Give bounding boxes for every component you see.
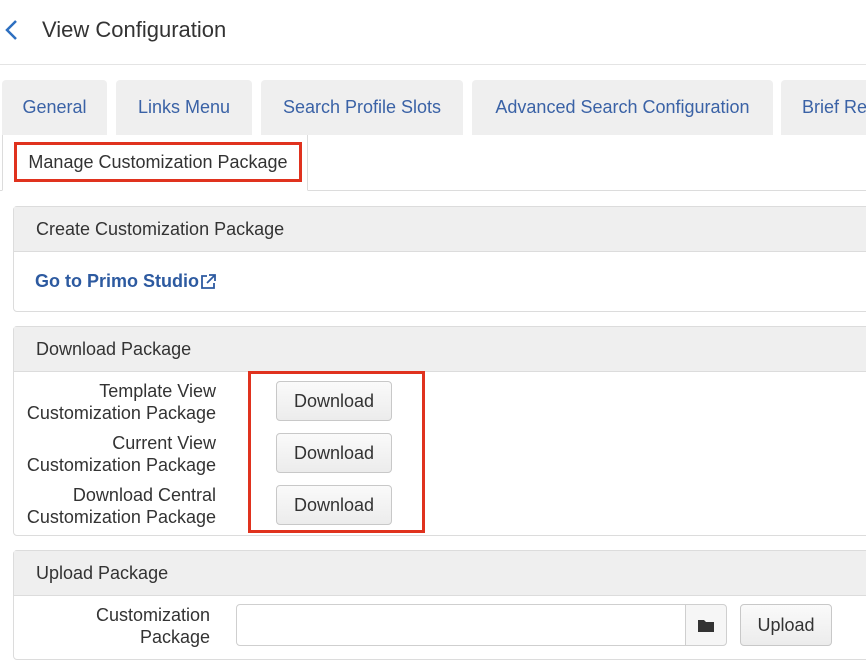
tab-bar: General Links Menu Search Profile Slots … <box>0 80 866 135</box>
download-buttons-highlight <box>248 371 425 533</box>
page-header: View Configuration <box>0 0 866 65</box>
label-line: Customization <box>95 605 210 625</box>
label-line: Current View <box>112 433 216 453</box>
current-view-label: Current View Customization Package <box>27 432 216 476</box>
tab-search-profile-slots[interactable]: Search Profile Slots <box>261 80 463 135</box>
label-line: Customization Package <box>26 507 216 527</box>
package-file-input[interactable] <box>236 604 686 646</box>
label-line: Customization Package <box>26 455 216 475</box>
label-line: Customization Package <box>26 403 216 423</box>
browse-file-button[interactable] <box>685 604 727 646</box>
external-link-icon[interactable] <box>199 273 217 291</box>
primo-studio-link[interactable]: Go to Primo Studio <box>35 271 199 292</box>
template-view-label: Template View Customization Package <box>27 380 216 424</box>
upload-package-title: Upload Package <box>14 551 866 596</box>
tab-brief-results[interactable]: Brief Re <box>781 80 866 135</box>
page-title: View Configuration <box>42 17 227 42</box>
label-line: Download Central <box>72 485 216 505</box>
tab-advanced-search-configuration[interactable]: Advanced Search Configuration <box>472 80 773 135</box>
create-package-title: Create Customization Package <box>14 207 866 252</box>
create-package-panel: Create Customization Package Go to Primo… <box>13 206 866 312</box>
download-package-title: Download Package <box>14 327 866 372</box>
back-chevron-icon[interactable] <box>2 16 22 44</box>
customization-package-label: Customization Package <box>96 604 210 648</box>
tab-general[interactable]: General <box>2 80 107 135</box>
folder-icon <box>698 620 714 632</box>
label-line: Package <box>139 627 210 647</box>
upload-button[interactable]: Upload <box>740 604 832 646</box>
label-line: Template View <box>99 381 216 401</box>
central-package-label: Download Central Customization Package <box>27 484 216 528</box>
active-tab-label: Manage Customization Package <box>14 142 302 182</box>
tab-links-menu[interactable]: Links Menu <box>116 80 252 135</box>
tab-manage-customization-package[interactable]: Manage Customization Package <box>2 135 308 191</box>
